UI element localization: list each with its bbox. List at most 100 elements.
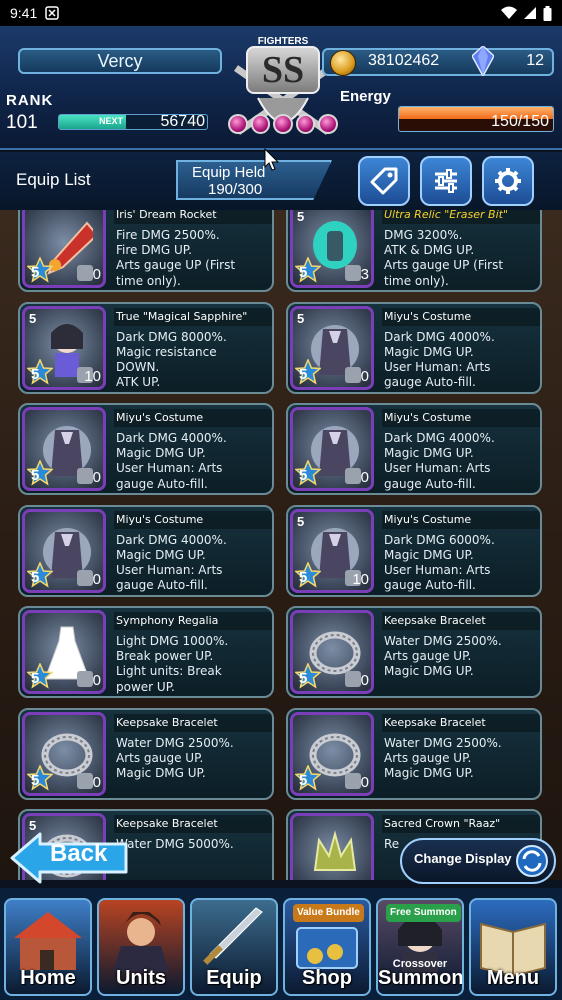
equip-description-line: Water DMG 2500%.	[384, 634, 502, 648]
limit-break-badge: 5	[29, 310, 37, 326]
equip-card[interactable]: 5 0 Iris' Dream Rocket Fire DMG 2500%. Fire …	[18, 210, 274, 292]
equip-name: Keepsake Bracelet	[382, 612, 540, 630]
back-button[interactable]: Back	[10, 832, 130, 884]
equip-card[interactable]: 5 0 Keepsake Bracelet Water DMG 2500%. Arts …	[18, 707, 274, 800]
currency-plate[interactable]: 38102462 12	[322, 46, 554, 76]
rarity-value: 5	[299, 264, 308, 281]
equip-thumbnail: 50	[290, 610, 374, 694]
rarity-value: 5	[299, 467, 308, 484]
cursor-icon	[264, 148, 280, 171]
equip-thumbnail: 5 5 10	[22, 305, 106, 390]
equip-description-line: Arts gauge UP.	[384, 750, 472, 765]
change-display-button[interactable]: Change Display	[400, 838, 556, 884]
nav-shop[interactable]: Value Bundle Shop	[283, 898, 371, 996]
rarity-value: 5	[299, 670, 308, 687]
equip-held-counter: Equip Held 190/300	[176, 160, 332, 200]
emblem-ss-text: SS	[246, 46, 320, 94]
equip-thumbnail: 50	[22, 711, 106, 796]
equip-description-line: Dark DMG 4000%.	[384, 329, 495, 344]
equip-card[interactable]: 5 5 3 Ultra Relic "Eraser Bit" DMG 3200%. ATK…	[286, 210, 542, 292]
equip-card[interactable]: 5 5 10 True "Magical Sapphire" Dark DMG 8000…	[18, 301, 274, 394]
equip-thumbnail: 5 5 3	[290, 210, 374, 288]
equip-thumbnail: 50	[290, 711, 374, 796]
equip-description-line: Magic DMG UP.	[116, 547, 206, 562]
equip-description-line: Light DMG 1000%.	[116, 634, 229, 648]
rarity-value: 5	[31, 568, 40, 586]
equip-description-line: DOWN.	[116, 359, 160, 374]
rarity-value: 5	[299, 365, 308, 383]
equip-name: Miyu's Costume	[114, 409, 272, 427]
gear-icon	[495, 168, 521, 194]
nav-summon[interactable]: Free Summon Crossover Summon	[376, 898, 464, 996]
equip-description-line: Dark DMG 4000%.	[116, 532, 227, 547]
gem-count: 12	[526, 52, 544, 69]
equip-description-line: Arts gauge UP (First	[384, 258, 504, 273]
nav-menu[interactable]: Menu	[469, 898, 557, 996]
equip-card[interactable]: 5 0 Miyu's Costume Dark DMG 4000%. Magic DMG…	[18, 403, 274, 495]
equip-list-header: Equip List Equip Held 190/300	[0, 152, 562, 210]
nav-equip[interactable]: Equip	[190, 898, 278, 996]
upgrade-count: 0	[360, 367, 369, 385]
equip-thumbnail: 50	[290, 407, 374, 491]
page-title: Equip List	[16, 170, 91, 189]
energy-label: Energy	[340, 88, 391, 105]
equip-description: DMG 3200%. ATK & DMG UP. Arts gauge UP (Fi…	[384, 228, 540, 289]
equip-thumbnail: 50	[22, 407, 106, 491]
equip-description-line: DMG 3200%.	[384, 228, 463, 242]
crown-icon	[313, 830, 357, 871]
nav-home[interactable]: Home	[4, 898, 92, 996]
settings-button[interactable]	[482, 156, 534, 206]
equip-description: Dark DMG 4000%. Magic DMG UP. User Human: …	[384, 431, 540, 492]
equip-description: Dark DMG 4000%. Magic DMG UP. User Human: …	[116, 532, 272, 594]
equip-card[interactable]: 5 5 10 Miyu's Costume Dark DMG 6000%. Magic D…	[286, 504, 542, 597]
exp-bar: NEXT 56740	[58, 114, 208, 130]
equip-card[interactable]: 5 0 Miyu's Costume Dark DMG 4000%. Magic DMG…	[286, 403, 542, 495]
equip-description-line: User Human: Arts	[384, 562, 491, 577]
player-name[interactable]: Vercy	[18, 48, 222, 74]
equip-name: Ultra Relic "Eraser Bit"	[382, 210, 540, 224]
equip-thumbnail: 5 5 0	[290, 305, 374, 390]
hammer-icon	[345, 366, 361, 383]
limit-break-badge: 5	[297, 310, 305, 326]
player-header: Vercy RANK 101 NEXT 56740 FIGHTERS SS 38…	[0, 26, 562, 150]
tag-icon	[370, 167, 398, 195]
equip-description-line: gauge Auto-fill.	[116, 578, 208, 593]
battery-icon	[543, 5, 552, 21]
nav-units[interactable]: Units	[97, 898, 185, 996]
filter-button[interactable]	[420, 156, 472, 206]
upgrade-count: 10	[84, 367, 101, 385]
equip-thumbnail: 50	[22, 210, 106, 288]
hammer-icon	[77, 671, 93, 687]
hammer-icon	[345, 468, 361, 484]
nav-badge: Free Summon	[386, 904, 461, 922]
equip-card[interactable]: 5 0 Miyu's Costume Dark DMG 4000%. Magic DMG…	[18, 504, 274, 597]
rarity-value: 5	[31, 670, 40, 687]
equip-card[interactable]: 5 5 0 Miyu's Costume Dark DMG 4000%. Magic DM…	[286, 301, 542, 394]
equip-description: Water DMG 2500%. Arts gauge UP. Magic DMG …	[116, 735, 272, 782]
orb-icon	[318, 114, 338, 134]
rarity-value: 5	[31, 467, 40, 484]
equip-description-line: User Human: Arts	[384, 461, 491, 476]
hammer-icon	[345, 772, 361, 789]
equip-name: True "Magical Sapphire"	[114, 307, 272, 326]
nav-label: Home	[20, 967, 76, 989]
status-time: 9:41	[10, 5, 38, 21]
exp-next-label: NEXT	[99, 116, 124, 126]
hammer-icon	[77, 468, 93, 484]
limit-break-badge: 5	[297, 210, 305, 224]
rarity-value: 5	[31, 264, 40, 281]
equip-list[interactable]: 5 0 Iris' Dream Rocket Fire DMG 2500%. Fire …	[0, 210, 562, 880]
equip-name: Sacred Crown "Raaz"	[382, 815, 540, 833]
energy-value: 150/150	[491, 113, 549, 130]
equip-description-line: Dark DMG 6000%.	[384, 532, 495, 547]
equip-card[interactable]: 5 0 Symphony Regalia Light DMG 1000%. Break …	[18, 606, 274, 698]
hammer-icon	[345, 671, 361, 687]
tag-button[interactable]	[358, 156, 410, 206]
back-label: Back	[50, 840, 108, 867]
equip-description-line: Magic resistance	[116, 344, 217, 359]
equip-card[interactable]: 5 0 Keepsake Bracelet Water DMG 2500%. Arts …	[286, 606, 542, 698]
equip-description-line: Water DMG 2500%.	[116, 735, 234, 750]
equip-card[interactable]: 5 0 Keepsake Bracelet Water DMG 2500%. Arts …	[286, 707, 542, 800]
equip-description-line: Magic DMG UP.	[384, 446, 474, 461]
rarity-value: 5	[31, 365, 40, 383]
